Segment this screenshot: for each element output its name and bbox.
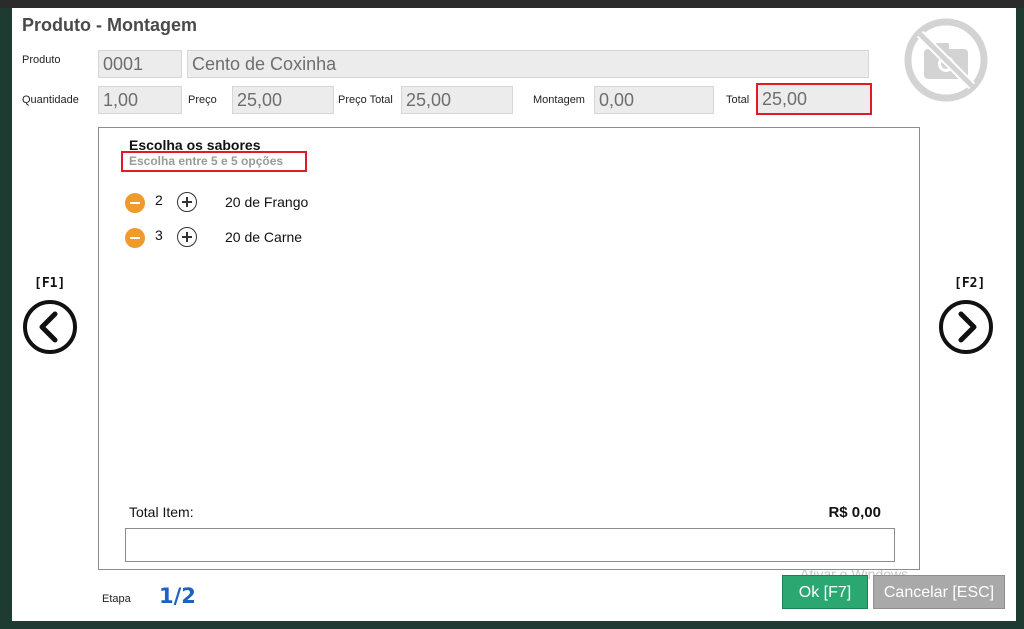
flavor-name: 20 de Carne	[225, 229, 303, 245]
flavor-selection-panel: Escolha os sabores Escolha entre 5 e 5 o…	[98, 127, 920, 570]
total-item-label: Total Item:	[129, 504, 194, 520]
flavor-quantity: 3	[155, 227, 163, 243]
chevron-left-circle-icon[interactable]	[22, 299, 78, 355]
chevron-right-circle-icon[interactable]	[938, 299, 994, 355]
flavors-subtitle: Escolha entre 5 e 5 opções	[121, 151, 307, 172]
preco-label: Preço	[188, 94, 217, 106]
produto-code-field[interactable]: 0001	[98, 50, 182, 78]
produto-name-field[interactable]: Cento de Coxinha	[187, 50, 869, 78]
montagem-label: Montagem	[533, 94, 585, 106]
montagem-field[interactable]: 0,00	[594, 86, 714, 114]
flavor-quantity: 2	[155, 192, 163, 208]
background-left	[0, 8, 12, 629]
dialog-title: Produto - Montagem	[22, 15, 197, 35]
etapa-value: 1/2	[159, 584, 196, 608]
minus-button-icon[interactable]	[125, 193, 145, 213]
background-top-strip	[0, 0, 1024, 8]
background-right	[1016, 8, 1024, 629]
quantidade-label: Quantidade	[22, 94, 79, 106]
cancel-button[interactable]: Cancelar [ESC]	[873, 575, 1005, 609]
next-key-hint: [F2]	[954, 276, 986, 291]
total-field[interactable]: 25,00	[756, 83, 872, 115]
produto-label: Produto	[22, 54, 61, 66]
flavor-name: 20 de Frango	[225, 194, 309, 210]
total-item-value: R$ 0,00	[828, 504, 881, 521]
ok-button[interactable]: Ok [F7]	[782, 575, 868, 609]
no-camera-icon	[904, 18, 988, 102]
total-label: Total	[726, 94, 750, 106]
plus-button-icon[interactable]	[177, 192, 197, 212]
plus-button-icon[interactable]	[177, 227, 197, 247]
prev-key-hint: [F1]	[34, 276, 66, 291]
quantidade-field[interactable]: 1,00	[98, 86, 182, 114]
product-assembly-dialog: Produto - Montagem Produto 0001 Cento de…	[12, 8, 1016, 621]
preco-total-label: Preço Total	[338, 94, 393, 106]
etapa-label: Etapa	[102, 593, 131, 605]
observation-field[interactable]	[125, 528, 895, 562]
preco-field[interactable]: 25,00	[232, 86, 334, 114]
minus-button-icon[interactable]	[125, 228, 145, 248]
preco-total-field[interactable]: 25,00	[401, 86, 513, 114]
